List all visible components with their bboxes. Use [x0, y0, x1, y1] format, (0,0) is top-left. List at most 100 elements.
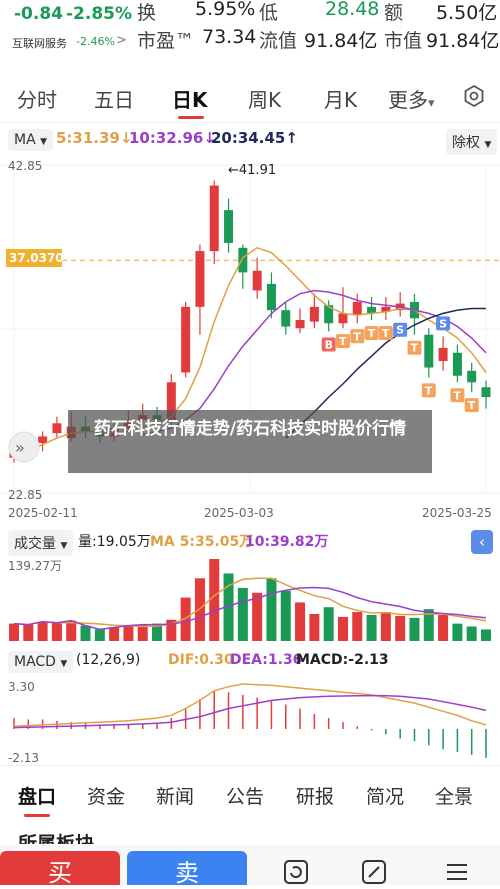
tab-order-book[interactable]: 盘口: [18, 782, 56, 809]
volume-selector[interactable]: 成交量 ▼: [8, 530, 74, 556]
sector-change[interactable]: -2.46%: [76, 35, 115, 48]
volume-bar: [395, 615, 406, 641]
volume-bar: [66, 620, 77, 641]
tab-capital[interactable]: 资金: [87, 782, 125, 809]
tab-weekly-k[interactable]: 周K: [248, 84, 281, 113]
volume-bar: [409, 617, 420, 641]
tab-news[interactable]: 新闻: [156, 782, 194, 809]
tab-daily-k[interactable]: 日K: [172, 84, 208, 113]
expand-left-icon[interactable]: »: [8, 431, 40, 463]
tab-research[interactable]: 研报: [296, 782, 334, 809]
tab-monthly-k[interactable]: 月K: [324, 84, 357, 113]
volume-bar: [80, 625, 91, 641]
date-label-mid: 2025-03-03: [204, 506, 274, 520]
ma-selector-label: MA: [14, 132, 36, 148]
float-cap-label: 流值: [259, 30, 298, 52]
volume-bar: [37, 621, 48, 641]
volume-bar: [452, 623, 463, 641]
tab-panorama[interactable]: 全景: [435, 782, 473, 809]
tab-profile[interactable]: 简况: [366, 782, 404, 809]
chevron-left-icon[interactable]: ‹: [471, 530, 493, 554]
volume-bar: [323, 607, 334, 641]
candle-body: [481, 387, 491, 398]
volume-bar: [109, 627, 120, 641]
volume-bar: [266, 578, 277, 641]
tab-timeshare[interactable]: 分时: [17, 84, 57, 113]
trade-marker-label: T: [382, 327, 390, 340]
ma-selector[interactable]: MA ▼: [8, 129, 54, 151]
settings-icon[interactable]: [462, 84, 486, 108]
low-label: 低: [259, 2, 279, 24]
volume-max-label: 139.27万: [8, 559, 62, 573]
date-label-start: 2025-02-11: [8, 506, 78, 520]
volume-bar: [51, 622, 62, 641]
volume-bar: [337, 616, 348, 641]
candle-body: [224, 210, 234, 243]
sector-name[interactable]: 互联网服务: [12, 35, 67, 51]
period-tabs: 分时 五日 日K 周K 月K 更多▾: [0, 72, 500, 123]
candle-body: [38, 436, 48, 443]
market-cap-value: 91.84亿: [426, 30, 500, 52]
volume-bar: [309, 613, 320, 641]
menu-icon[interactable]: [444, 859, 470, 885]
macd-dif: DIF:0.30: [168, 652, 234, 668]
volume-bar: [438, 614, 449, 641]
macd-max-label: 3.30: [8, 680, 35, 694]
candle-body: [452, 352, 462, 376]
macd-value: MACD:-2.13: [296, 652, 389, 668]
volume-bar: [209, 559, 220, 641]
buy-label: 买: [48, 859, 72, 885]
macd-lines: [13, 683, 487, 729]
volume-bar: [9, 623, 19, 641]
adjust-selector[interactable]: 除权 ▼: [446, 129, 498, 155]
volume-bar: [466, 626, 477, 641]
tab-more[interactable]: 更多▾: [388, 84, 435, 113]
macd-params: (12,26,9): [76, 652, 141, 668]
macd-min-label: -2.13: [8, 751, 39, 764]
candle-body: [309, 306, 319, 322]
market-cap-label: 市值: [384, 30, 423, 52]
volume-bar: [380, 612, 391, 641]
caption-text: 药石科技行情走势/药石科技实时股价行情: [93, 419, 407, 439]
volume-selector-label: 成交量: [14, 536, 56, 552]
chevron-right-icon[interactable]: >: [116, 33, 127, 48]
svg-text:»: »: [15, 438, 25, 457]
sell-label: 卖: [175, 859, 199, 885]
trade-marker-label: T: [453, 389, 461, 402]
refresh-icon[interactable]: [283, 859, 309, 885]
edit-icon[interactable]: [361, 859, 387, 885]
tab-announcements[interactable]: 公告: [226, 782, 264, 809]
candle-body: [295, 319, 305, 329]
ma20-value: 20:34.45↑: [211, 129, 298, 147]
tab-five-day[interactable]: 五日: [94, 84, 134, 113]
macd-histogram: [13, 690, 487, 758]
watermark-caption: 药石科技行情走势/药石科技实时股价行情: [68, 410, 432, 473]
buy-button[interactable]: 买: [0, 851, 120, 885]
candle-body: [352, 301, 362, 316]
macd-dea: DEA:1.36: [230, 652, 303, 668]
amount-value: 5.50亿: [436, 2, 498, 24]
volume-bar: [94, 629, 105, 641]
volume-ma5: MA 5:35.05万: [150, 534, 254, 550]
volume-amount: 量:19.05万: [78, 534, 151, 550]
volume-bar: [366, 614, 377, 641]
turnover-value: 5.95%: [195, 0, 256, 20]
ma5-value: 5:31.39↓: [56, 129, 133, 147]
volume-ma10: 10:39.82万: [245, 534, 329, 550]
ref-price-value: 37.0370: [9, 251, 64, 265]
candle-body: [252, 270, 262, 291]
volume-bar: [123, 625, 134, 641]
macd-chart: 3.30 -2.13: [8, 680, 487, 764]
macd-selector-label: MACD: [14, 654, 56, 670]
volume-bar: [481, 629, 491, 641]
trade-marker-label: S: [396, 324, 404, 337]
volume-bar: [252, 592, 263, 641]
trade-marker-label: T: [468, 399, 476, 412]
sell-button[interactable]: 卖: [127, 851, 247, 885]
change-pct: -2.85%: [66, 4, 133, 24]
high-annotation: ←41.91: [228, 163, 276, 178]
candle-body: [266, 283, 276, 311]
volume-bar: [352, 612, 363, 641]
pe-label: 市盈™: [137, 30, 195, 52]
macd-selector[interactable]: MACD ▼: [8, 651, 74, 673]
